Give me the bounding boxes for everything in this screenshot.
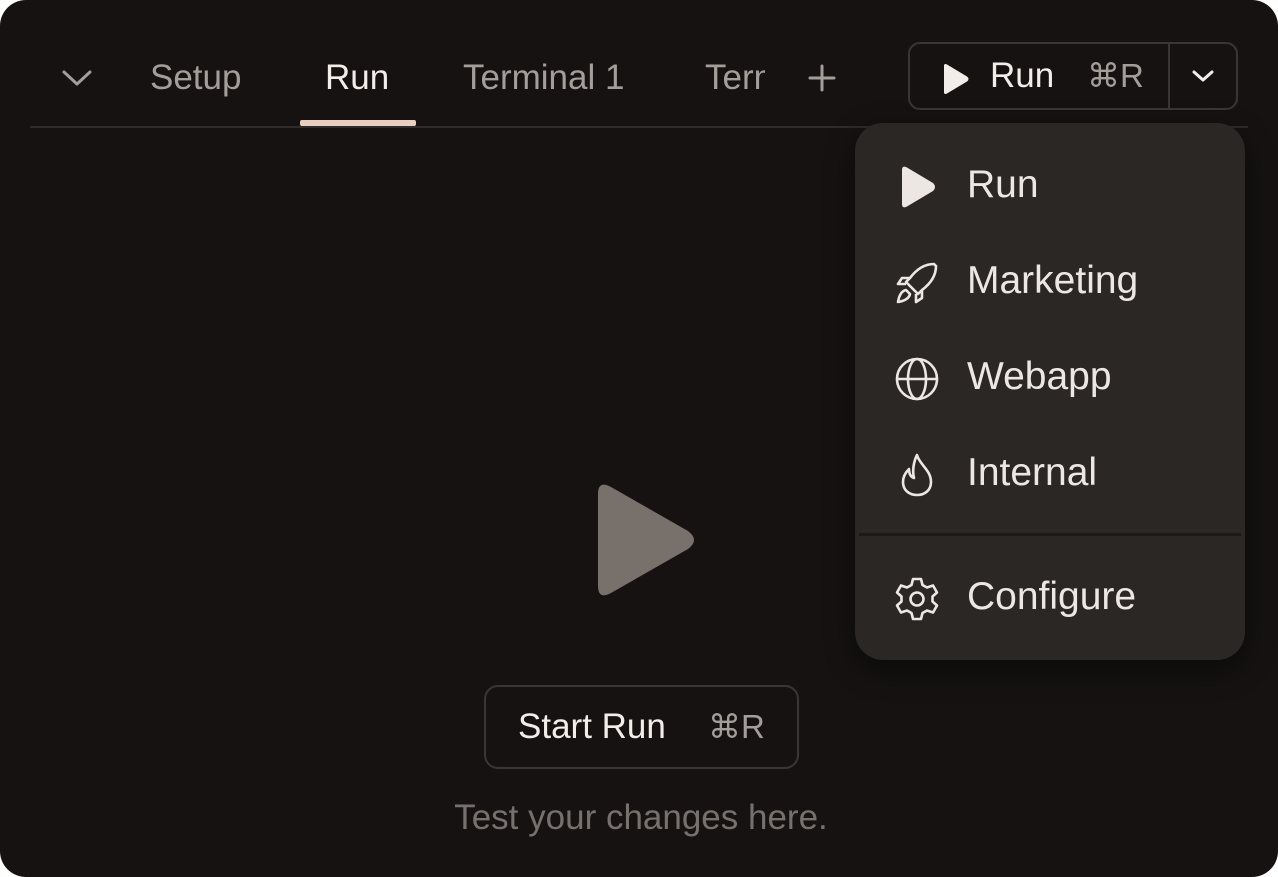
tab-terminal-2[interactable]: Terminal 2	[705, 52, 765, 104]
play-icon	[944, 64, 969, 94]
start-run-label: Start Run	[518, 707, 666, 746]
start-run-shortcut: ⌘R	[708, 708, 765, 745]
tab-bar: Setup Run Terminal 1 Terminal 2 Run ⌘R	[0, 0, 1278, 128]
add-tab-button[interactable]	[802, 58, 842, 98]
menu-item-label: Webapp	[967, 355, 1112, 398]
tab-terminal-1[interactable]: Terminal 1	[463, 52, 624, 104]
menu-divider	[859, 533, 1241, 536]
menu-item-run[interactable]: Run	[855, 145, 1245, 225]
rocket-icon	[893, 259, 941, 307]
gear-icon	[893, 575, 941, 623]
run-button[interactable]: Run ⌘R	[910, 44, 1168, 108]
globe-icon	[893, 355, 941, 403]
tab-setup[interactable]: Setup	[150, 52, 241, 104]
menu-item-label: Run	[967, 163, 1039, 206]
chevron-down-icon	[62, 70, 92, 86]
menu-item-webapp[interactable]: Webapp	[855, 337, 1245, 417]
run-split-button: Run ⌘R	[908, 42, 1238, 110]
plus-icon	[808, 64, 836, 92]
play-icon	[598, 484, 694, 596]
menu-item-configure[interactable]: Configure	[855, 557, 1245, 637]
collapse-panel-button[interactable]	[57, 58, 97, 98]
chevron-down-icon	[1192, 70, 1214, 82]
menu-item-marketing[interactable]: Marketing	[855, 241, 1245, 321]
menu-item-label: Internal	[967, 451, 1098, 494]
run-options-button[interactable]	[1170, 44, 1236, 108]
tab-run[interactable]: Run	[325, 52, 389, 104]
menu-item-label: Configure	[967, 575, 1137, 618]
run-button-label: Run	[990, 56, 1055, 95]
menu-item-internal[interactable]: Internal	[855, 433, 1245, 513]
run-panel: Setup Run Terminal 1 Terminal 2 Run ⌘R	[0, 0, 1278, 877]
start-run-button[interactable]: Start Run ⌘R	[484, 685, 799, 769]
run-shortcut: ⌘R	[1087, 57, 1144, 94]
flame-icon	[893, 451, 941, 499]
run-config-menu: Run Marketing Webapp Internal Configure	[855, 123, 1245, 660]
play-icon	[893, 163, 941, 211]
empty-state-hint: Test your changes here.	[454, 798, 828, 837]
menu-item-label: Marketing	[967, 259, 1139, 302]
